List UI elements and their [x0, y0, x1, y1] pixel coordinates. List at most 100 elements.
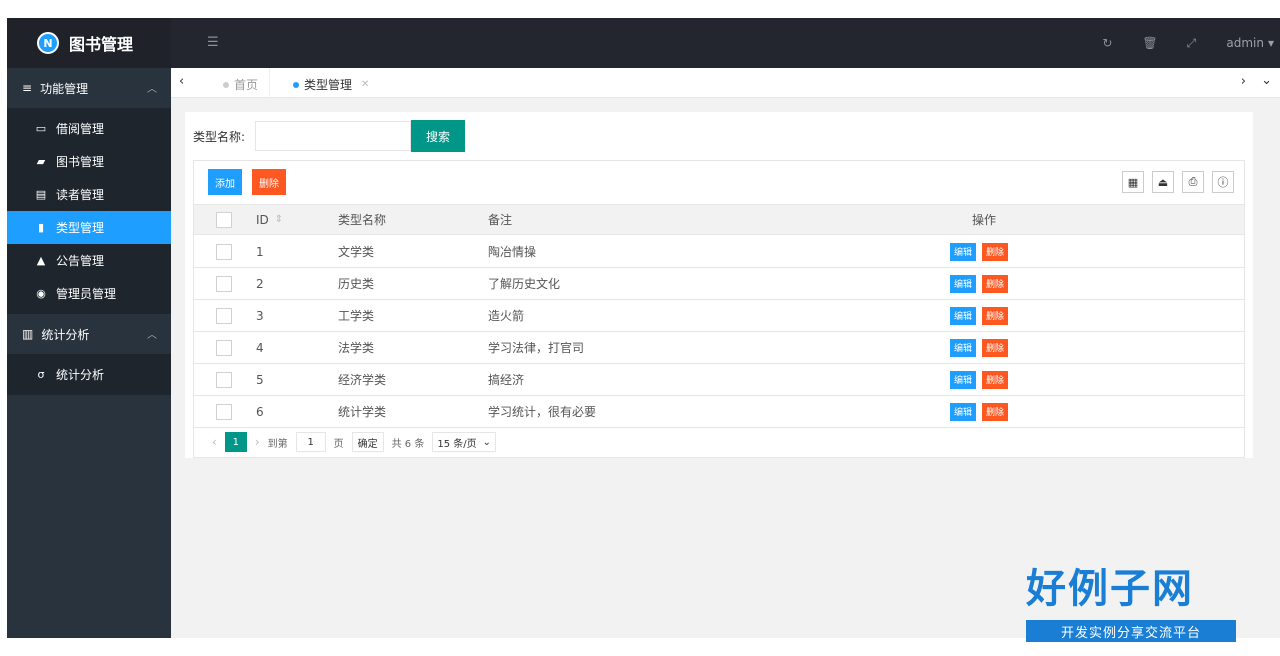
- menu-group-label: 功能管理: [40, 81, 89, 96]
- column-id[interactable]: ID ⇕: [256, 205, 283, 234]
- book-open-icon: ▭: [35, 122, 47, 135]
- cell-note: 学习法律，打官司: [488, 341, 585, 355]
- confirm-button[interactable]: 确定: [351, 432, 384, 452]
- delete-button[interactable]: 删除: [982, 370, 1008, 389]
- print-icon[interactable]: ⎙: [1182, 171, 1204, 193]
- delete-button[interactable]: 删除: [982, 338, 1008, 357]
- bell-icon: ▲: [36, 254, 46, 267]
- search-button[interactable]: 搜索: [411, 120, 465, 152]
- checkbox-box: [216, 307, 232, 324]
- checkbox-box: [216, 371, 232, 388]
- sidebar-item-notices[interactable]: ▲ 公告管理: [7, 244, 171, 277]
- next-page-icon[interactable]: ›: [255, 435, 260, 449]
- close-icon[interactable]: ✕: [361, 79, 369, 90]
- cell-name: 经济学类: [338, 373, 387, 387]
- tab-next-icon[interactable]: ›: [1241, 74, 1246, 89]
- search-form: 类型名称: 搜索: [193, 120, 465, 152]
- menu-group-label: 统计分析: [41, 327, 90, 342]
- table-row: 2 历史类 了解历史文化 编辑 删除: [194, 268, 1244, 300]
- brand-subtitle: 开发实例分享交流平台: [1026, 620, 1236, 642]
- info-icon[interactable]: ⓘ: [1212, 171, 1234, 193]
- type-name-input[interactable]: [255, 121, 411, 151]
- submenu-stats: σ 统计分析: [7, 354, 171, 395]
- sidebar-item-types[interactable]: ▮ 类型管理: [7, 211, 171, 244]
- checkbox-box: [216, 403, 232, 420]
- chart-curve-icon: σ: [37, 368, 45, 381]
- tab-home[interactable]: 首页: [223, 76, 258, 93]
- sidebar-item-stats[interactable]: σ 统计分析: [7, 358, 171, 391]
- row-checkbox[interactable]: [216, 332, 232, 363]
- user-menu[interactable]: admin ▾: [1226, 36, 1274, 50]
- page-input[interactable]: 1: [295, 432, 326, 452]
- delete-button[interactable]: 删除: [982, 402, 1008, 421]
- sidebar-item-admins[interactable]: ◉ 管理员管理: [7, 277, 171, 310]
- sidebar-item-readers[interactable]: ▤ 读者管理: [7, 178, 171, 211]
- app-title: 图书管理: [69, 35, 134, 54]
- refresh-icon[interactable]: ↻: [1100, 36, 1114, 50]
- row-checkbox[interactable]: [216, 236, 232, 267]
- cell-name: 工学类: [338, 309, 375, 323]
- cell-note: 了解历史文化: [488, 277, 561, 291]
- chevron-down-icon: ⌄: [482, 436, 492, 448]
- select-all-checkbox[interactable]: [216, 205, 232, 234]
- columns-icon[interactable]: ▦: [1122, 171, 1144, 193]
- menu-group-function[interactable]: ≡ 功能管理 ︿: [7, 68, 171, 108]
- fullscreen-icon[interactable]: ⤢: [1184, 36, 1198, 51]
- edit-button[interactable]: 编辑: [950, 338, 976, 357]
- header-actions: ↻ 🗑 ⤢ admin ▾: [1100, 18, 1274, 68]
- cell-id: 4: [256, 340, 264, 355]
- cell-id: 5: [256, 372, 264, 387]
- export-icon[interactable]: ⏏: [1152, 171, 1174, 193]
- batch-delete-button[interactable]: 删除: [252, 169, 286, 195]
- edit-button[interactable]: 编辑: [950, 370, 976, 389]
- delete-button[interactable]: 删除: [982, 274, 1008, 293]
- tab-prev-icon[interactable]: ‹: [179, 74, 184, 89]
- app-shell: N 图书管理 ☰ ↻ 🗑 ⤢ admin ▾ ≡ 功能管理 ︿ ▭ 借阅管理 ▰…: [7, 18, 1280, 638]
- card-icon: ▤: [35, 188, 47, 201]
- trash-icon[interactable]: 🗑: [1142, 36, 1157, 50]
- row-checkbox[interactable]: [216, 268, 232, 299]
- brand-watermark: 好例子网 开发实例分享交流平台: [1026, 566, 1236, 642]
- column-note: 备注: [488, 213, 513, 227]
- pagination: ‹ 1 › 到第 1 页 确定 共 6 条 15 条/页 ⌄: [194, 427, 1244, 457]
- total-count: 共 6 条: [391, 438, 425, 450]
- delete-button[interactable]: 删除: [982, 306, 1008, 325]
- row-checkbox[interactable]: [216, 396, 232, 427]
- column-name: 类型名称: [338, 213, 387, 227]
- prev-page-icon[interactable]: ‹: [212, 435, 217, 449]
- tab-type-management[interactable]: 类型管理 ✕: [293, 76, 369, 93]
- menu-group-stats[interactable]: ▥ 统计分析 ︿: [7, 314, 171, 354]
- checkbox-box: [216, 275, 232, 292]
- menu-toggle-icon[interactable]: ☰: [207, 35, 219, 50]
- cell-id: 3: [256, 308, 264, 323]
- edit-button[interactable]: 编辑: [950, 402, 976, 421]
- row-checkbox[interactable]: [216, 300, 232, 331]
- add-button[interactable]: 添加: [208, 169, 242, 195]
- table-row: 5 经济学类 搞经济 编辑 删除: [194, 364, 1244, 396]
- current-page[interactable]: 1: [224, 432, 247, 452]
- page-size-select[interactable]: 15 条/页 ⌄: [432, 432, 497, 452]
- checkbox-box: [216, 243, 232, 260]
- tab-divider: [269, 68, 270, 98]
- sort-icon[interactable]: ⇕: [275, 214, 283, 225]
- logo-icon: N: [37, 32, 59, 54]
- bar-chart-icon: ▥: [22, 327, 34, 341]
- tab-home-label: 首页: [234, 78, 259, 92]
- sidebar-item-books[interactable]: ▰ 图书管理: [7, 145, 171, 178]
- search-label: 类型名称:: [193, 129, 246, 144]
- column-op: 操作: [972, 213, 997, 227]
- checkbox-box: [216, 211, 232, 228]
- edit-button[interactable]: 编辑: [950, 274, 976, 293]
- table-toolbar: 添加 删除 ▦ ⏏ ⎙ ⓘ: [194, 161, 1244, 205]
- cell-op: 编辑 删除: [950, 396, 1008, 427]
- logo: N 图书管理: [7, 18, 171, 68]
- sidebar-item-label: 类型管理: [56, 221, 105, 235]
- sidebar-item-borrow[interactable]: ▭ 借阅管理: [7, 112, 171, 145]
- edit-button[interactable]: 编辑: [950, 242, 976, 261]
- chevron-down-icon[interactable]: ⌄: [1261, 73, 1272, 88]
- list-icon: ≡: [22, 81, 33, 95]
- delete-button[interactable]: 删除: [982, 242, 1008, 261]
- row-checkbox[interactable]: [216, 364, 232, 395]
- edit-button[interactable]: 编辑: [950, 306, 976, 325]
- cell-name: 文学类: [338, 245, 375, 259]
